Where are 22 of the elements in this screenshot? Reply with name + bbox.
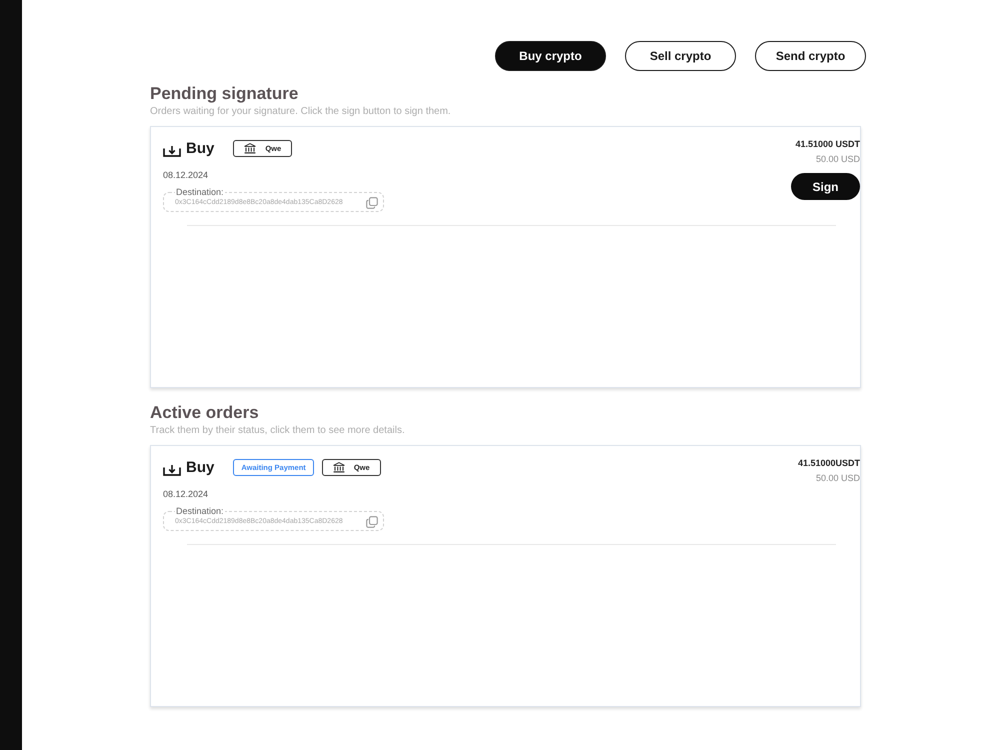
- order-type: Buy: [186, 140, 214, 157]
- fiat-amount: 50.00 USD: [816, 154, 860, 165]
- crypto-amount: 41.51000USDT: [798, 458, 860, 469]
- fiat-amount: 50.00 USD: [816, 473, 860, 484]
- copy-icon[interactable]: [366, 197, 378, 209]
- order-date: 08.12.2024: [163, 488, 210, 500]
- action-tab[interactable]: Sell crypto: [625, 41, 736, 71]
- bank-icon: [332, 462, 345, 473]
- order-type: Buy: [186, 459, 214, 476]
- crypto-amount: 41.51000 USDT: [795, 139, 860, 150]
- bank-icon: [244, 143, 256, 154]
- section-subtitle: Track them by their status, click them to see more details.: [150, 425, 406, 437]
- section-title: Pending signature: [150, 84, 300, 104]
- copy-icon[interactable]: [366, 516, 378, 528]
- section-title: Active orders: [150, 403, 260, 423]
- sign-button[interactable]: Sign: [791, 173, 860, 200]
- action-tab[interactable]: Send crypto: [755, 41, 866, 71]
- destination-label: Destination:: [175, 187, 225, 197]
- order-date: 08.12.2024: [163, 169, 210, 181]
- action-tab[interactable]: Buy crypto: [495, 41, 606, 71]
- destination-label: Destination:: [175, 506, 225, 516]
- section-subtitle: Orders waiting for your signature. Click the sign button to sign them.: [150, 106, 452, 118]
